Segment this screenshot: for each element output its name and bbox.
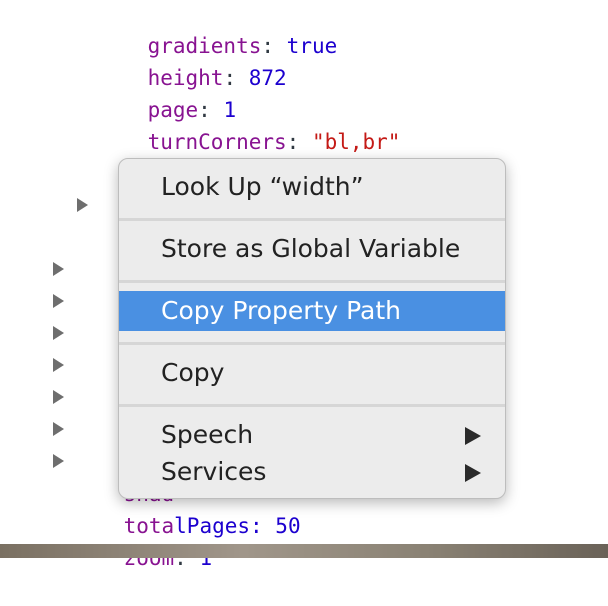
menu-item-copy-property-path[interactable]: Copy Property Path bbox=[119, 291, 505, 331]
disclosure-triangle-icon[interactable] bbox=[53, 294, 64, 308]
property-value: "bl,br" bbox=[311, 130, 401, 154]
disclosure-triangle-icon[interactable] bbox=[53, 326, 64, 340]
disclosure-triangle-icon[interactable] bbox=[77, 198, 88, 212]
disclosure-triangle-icon[interactable] bbox=[53, 454, 64, 468]
menu-item-store-as-global-variable[interactable]: Store as Global Variable bbox=[119, 229, 505, 269]
submenu-arrow-icon bbox=[465, 464, 481, 482]
menu-item-label: Copy Property Path bbox=[161, 296, 402, 325]
desktop-background-strip bbox=[0, 544, 608, 558]
menu-item-services[interactable]: Services bbox=[119, 452, 505, 492]
menu-item-look-up[interactable]: Look Up “width” bbox=[119, 167, 505, 207]
menu-item-label: Speech bbox=[161, 420, 254, 449]
menu-item-speech[interactable]: Speech bbox=[119, 415, 505, 455]
property-value: true bbox=[286, 34, 338, 58]
disclosure-triangle-icon[interactable] bbox=[53, 390, 64, 404]
disclosure-triangle-icon[interactable] bbox=[53, 262, 64, 276]
menu-separator bbox=[119, 218, 505, 221]
property-row-turncorners[interactable]: turnCorners: "bl,br" bbox=[97, 94, 401, 154]
key-separator: : bbox=[286, 130, 312, 154]
submenu-arrow-icon bbox=[465, 427, 481, 445]
menu-separator bbox=[119, 280, 505, 283]
menu-separator bbox=[119, 404, 505, 407]
property-row-gradients[interactable]: gradients: true bbox=[97, 0, 338, 58]
property-row-height[interactable]: height: 872 bbox=[97, 30, 287, 90]
disclosure-triangle-icon[interactable] bbox=[53, 422, 64, 436]
menu-item-label: Look Up “width” bbox=[161, 172, 364, 201]
disclosure-triangle-icon[interactable] bbox=[53, 358, 64, 372]
property-row-when[interactable]: when: null bbox=[97, 126, 274, 186]
property-row-zoom[interactable]: zoom: 1 bbox=[73, 510, 213, 570]
property-row-page[interactable]: page: 1 bbox=[97, 62, 237, 122]
menu-separator bbox=[119, 342, 505, 345]
menu-item-copy[interactable]: Copy bbox=[119, 353, 505, 393]
property-value: 872 bbox=[248, 66, 287, 90]
context-menu: Look Up “width” Store as Global Variable… bbox=[118, 158, 506, 499]
menu-item-label: Store as Global Variable bbox=[161, 234, 461, 263]
menu-item-label: Copy bbox=[161, 358, 225, 387]
menu-item-label: Services bbox=[161, 457, 267, 486]
